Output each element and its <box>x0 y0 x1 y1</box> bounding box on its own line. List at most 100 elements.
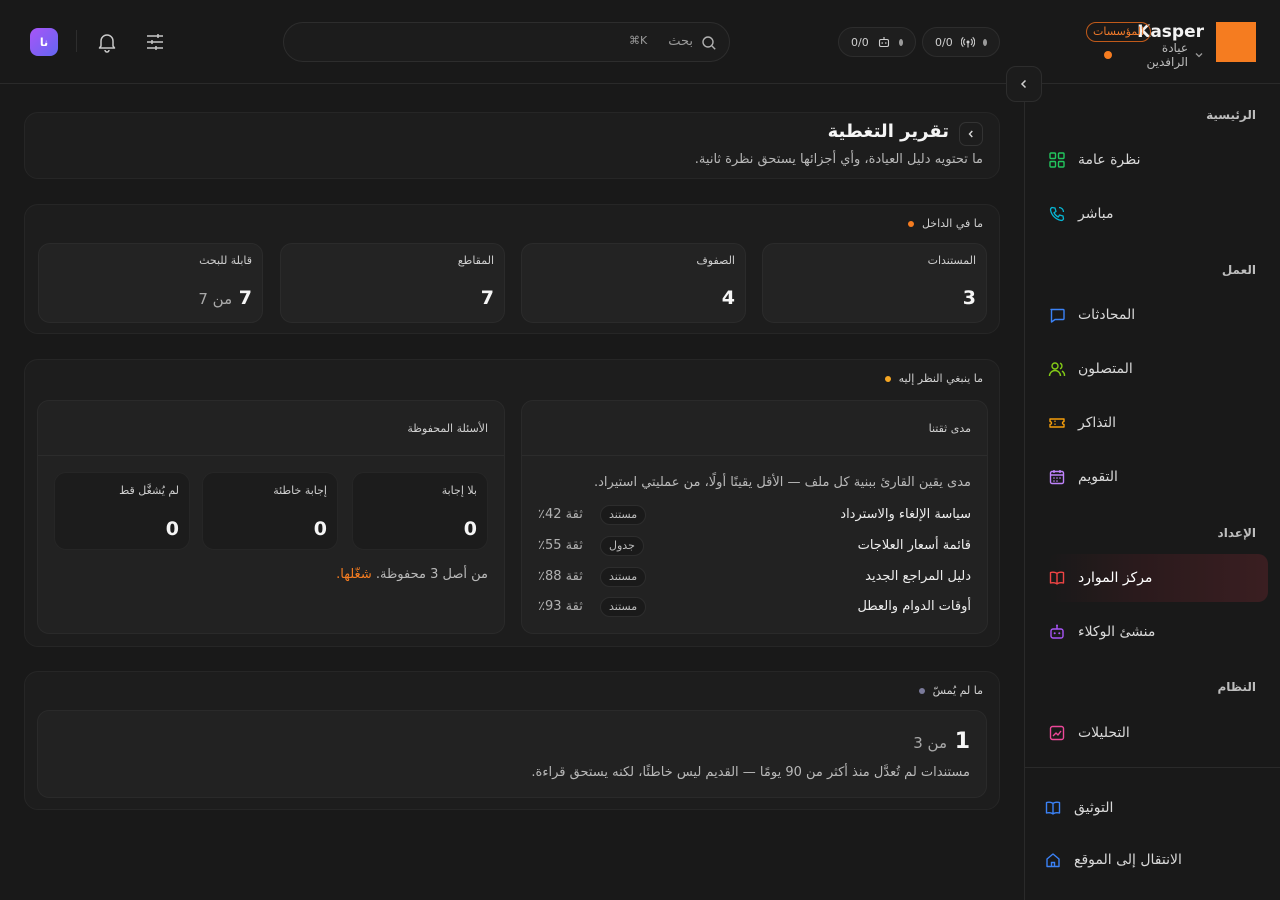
section-dot <box>907 220 914 227</box>
sidebar-item-docs[interactable]: التوثيق <box>1044 784 1264 832</box>
sidebar-item-label: التحليلات <box>1078 725 1130 741</box>
brand-logo <box>1216 22 1256 62</box>
run-saved-link[interactable]: شغّلها. <box>336 567 372 582</box>
bot-icon <box>877 35 891 49</box>
section-title-text: ما لم يُمسّ <box>932 684 983 697</box>
chart-icon <box>1048 724 1066 742</box>
file-name: أوقات الدوام والعطل <box>857 599 971 614</box>
stat-label: الصفوف <box>696 254 735 267</box>
sidebar-item-agent-builder[interactable]: منشئ الوكلاء <box>1048 608 1268 656</box>
untouched-count: 1 من 3 <box>913 729 970 754</box>
bell-icon[interactable] <box>95 30 119 54</box>
status-dot <box>898 38 903 46</box>
confidence-value: ثقة 93٪ <box>538 599 583 614</box>
untouched-value: 1 <box>954 729 970 754</box>
book-icon <box>1044 799 1062 817</box>
filter-sliders-icon[interactable] <box>143 30 167 54</box>
file-type-tag: مستند <box>600 567 647 587</box>
stat-value: 0 <box>165 518 179 540</box>
stat-card-chunks: المقاطع 7 <box>280 243 505 323</box>
divider <box>76 30 77 52</box>
confidence-value: ثقة 55٪ <box>538 538 583 553</box>
calendar-icon <box>1048 468 1066 486</box>
sidebar-item-overview[interactable]: نظرة عامة <box>1048 136 1268 184</box>
confidence-value: ثقة 88٪ <box>538 569 583 584</box>
top-bar: Kasper المؤسسات عيادة الرافدين 0/0 0/0 ب… <box>0 0 1280 84</box>
sidebar-item-label: المحادثات <box>1078 307 1136 323</box>
avatar[interactable]: نا <box>30 28 58 56</box>
file-type-tag: مستند <box>600 505 647 525</box>
stat-value: 7 <box>480 287 494 309</box>
workspace-name: عيادة الرافدين <box>1146 41 1188 69</box>
chat-icon <box>1048 306 1066 324</box>
stat-card-never-run: لم يُشغَّل قط 0 <box>54 472 190 550</box>
stat-label: المقاطع <box>457 254 494 267</box>
confidence-row[interactable]: أوقات الدوام والعطل مستند ثقة 93٪ <box>538 597 971 619</box>
divider <box>522 455 987 456</box>
sidebar-item-label: مباشر <box>1078 206 1114 222</box>
book-icon <box>1048 569 1066 587</box>
workspace-status-dot <box>1104 51 1112 59</box>
sidebar-section-setup: الإعداد <box>1217 526 1256 540</box>
saved-footer: من أصل 3 محفوظة. شغّلها. <box>336 567 488 582</box>
confidence-row[interactable]: دليل المراجع الجديد مستند ثقة 88٪ <box>538 567 971 589</box>
saved-questions-panel: الأسئلة المحفوظة بلا إجابة 0 إجابة خاطئة… <box>37 400 505 634</box>
attention-section: ما ينبغي النظر إليه مدى ثقتنا مدى يقين ا… <box>24 359 1000 647</box>
inside-section: ما في الداخل المستندات 3 الصفوف 4 المقاط… <box>24 204 1000 334</box>
section-dot <box>918 687 925 694</box>
sidebar-item-label: منشئ الوكلاء <box>1078 624 1156 640</box>
sidebar-item-live[interactable]: مباشر <box>1048 190 1268 238</box>
stat-number: 7 <box>238 287 252 309</box>
section-dot <box>884 375 891 382</box>
stat-label: إجابة خاطئة <box>273 484 327 497</box>
file-name: سياسة الإلغاء والاسترداد <box>840 507 971 522</box>
sidebar-item-label: التقويم <box>1078 469 1118 485</box>
sidebar-item-tickets[interactable]: التذاكر <box>1048 399 1268 447</box>
page-title: تقرير التغطية <box>827 121 949 142</box>
stat-card-searchable: قابلة للبحث 7 من 7 <box>38 243 263 323</box>
untouched-description: مستندات لم تُعدَّل منذ أكثر من 90 يومًا … <box>531 765 970 780</box>
sidebar-item-label: التوثيق <box>1074 800 1114 816</box>
stat-value: 7 من 7 <box>198 287 252 309</box>
file-name: قائمة أسعار العلاجات <box>857 538 971 553</box>
search-icon <box>701 35 717 51</box>
broadcast-status-pill[interactable]: 0/0 <box>922 27 1000 57</box>
stat-card-unanswered: بلا إجابة 0 <box>352 472 488 550</box>
bot-status-pill[interactable]: 0/0 <box>838 27 916 57</box>
untouched-of: من 3 <box>913 734 948 752</box>
sidebar-section-work: العمل <box>1221 263 1256 277</box>
stat-card-wrong-answer: إجابة خاطئة 0 <box>202 472 338 550</box>
panel-title: الأسئلة المحفوظة <box>407 422 488 435</box>
bot-icon <box>1048 623 1066 641</box>
sidebar-section-home: الرئيسية <box>1206 108 1256 122</box>
ticket-icon <box>1048 414 1066 432</box>
file-name: دليل المراجع الجديد <box>865 569 971 584</box>
plan-badge: المؤسسات <box>1086 22 1152 42</box>
status-dot <box>982 38 987 46</box>
stat-value: 3 <box>962 287 976 309</box>
sidebar-item-label: التذاكر <box>1078 415 1117 431</box>
stat-label: قابلة للبحث <box>199 254 252 267</box>
page-subtitle: ما تحتويه دليل العيادة، وأي أجزائها يستح… <box>694 152 983 167</box>
chevron-down-icon <box>1194 50 1204 60</box>
sidebar-item-callers[interactable]: المتصلون <box>1048 345 1268 393</box>
search-box[interactable]: بحث ⌘K <box>283 22 730 62</box>
file-type-tag: جدول <box>600 536 644 556</box>
sidebar-item-go-to-site[interactable]: الانتقال إلى الموقع <box>1044 836 1264 884</box>
confidence-row[interactable]: قائمة أسعار العلاجات جدول ثقة 55٪ <box>538 536 971 558</box>
sidebar-item-calendar[interactable]: التقويم <box>1048 453 1268 501</box>
workspace-switcher[interactable]: عيادة الرافدين <box>1104 41 1204 69</box>
users-icon <box>1048 360 1066 378</box>
section-title: ما لم يُمسّ <box>918 684 983 697</box>
back-button[interactable] <box>959 122 983 146</box>
sidebar-item-conversations[interactable]: المحادثات <box>1048 291 1268 339</box>
confidence-row[interactable]: سياسة الإلغاء والاسترداد مستند ثقة 42٪ <box>538 505 971 527</box>
sidebar-item-resource-center[interactable]: مركز الموارد <box>1048 554 1268 602</box>
stat-card-rows: الصفوف 4 <box>521 243 746 323</box>
home-icon <box>1044 851 1062 869</box>
collapse-sidebar-button[interactable] <box>1006 66 1042 102</box>
confidence-description: مدى يقين القارئ ببنية كل ملف — الأقل يقي… <box>594 475 971 490</box>
sidebar-item-analytics[interactable]: التحليلات <box>1048 709 1268 757</box>
stat-value: 0 <box>313 518 327 540</box>
file-type-tag: مستند <box>600 597 647 617</box>
